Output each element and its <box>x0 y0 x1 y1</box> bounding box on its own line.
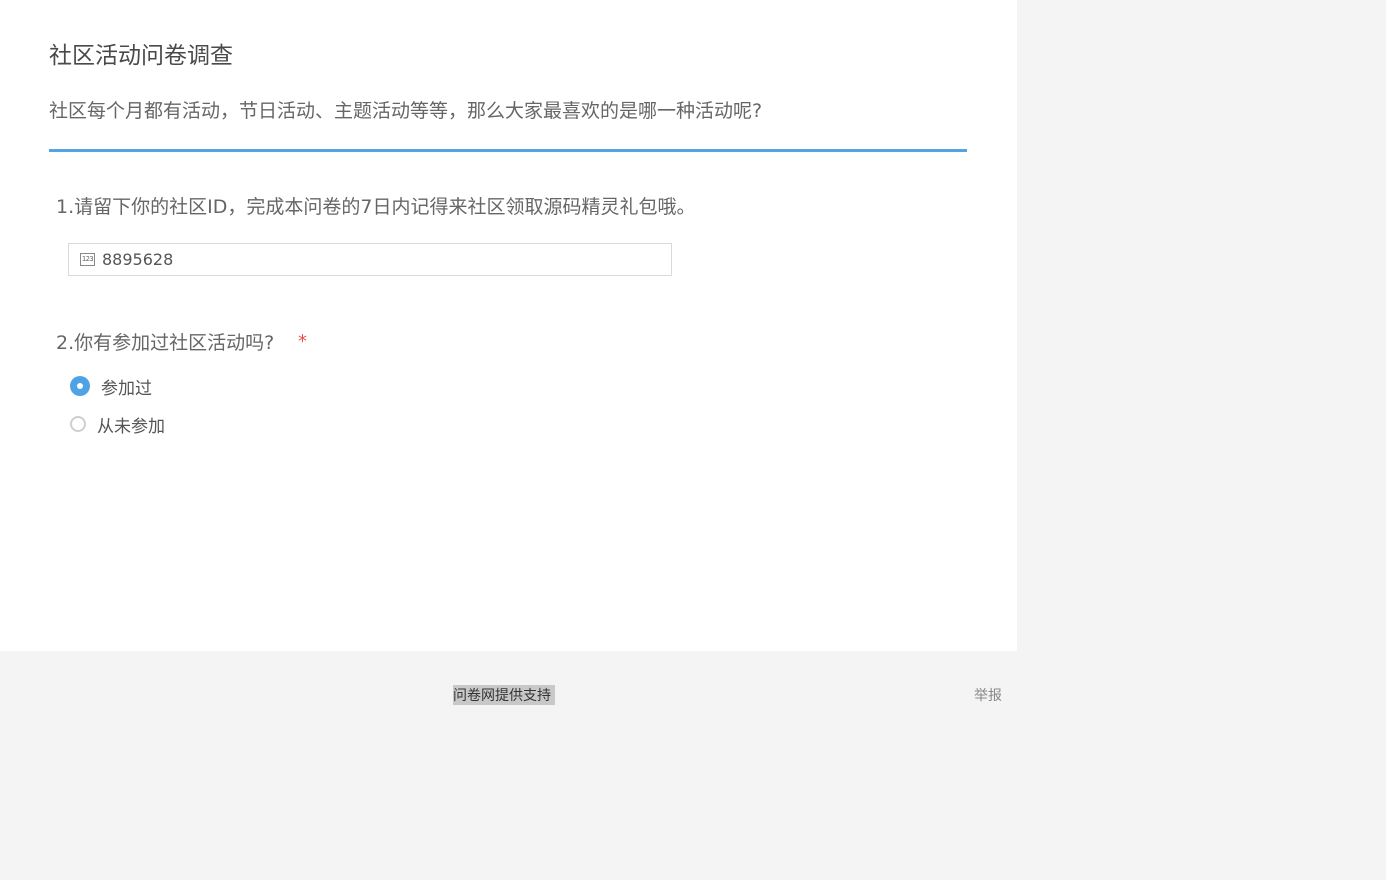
number-icon: 123 <box>80 253 95 266</box>
survey-title: 社区活动问卷调查 <box>49 43 233 69</box>
radio-unselected-icon[interactable] <box>70 416 86 432</box>
option-label[interactable]: 从未参加 <box>97 412 165 437</box>
powered-by-link[interactable]: 问卷网提供支持 <box>453 685 555 705</box>
option-attended[interactable]: 参加过 <box>70 374 152 399</box>
radio-selected-icon[interactable] <box>70 376 90 396</box>
community-id-value[interactable]: 8895628 <box>102 250 173 269</box>
question-2-title: 2.你有参加过社区活动吗? <box>56 332 275 354</box>
title-divider <box>49 149 967 152</box>
community-id-input[interactable]: 123 8895628 <box>68 243 672 276</box>
survey-card: 社区活动问卷调查 社区每个月都有活动，节日活动、主题活动等等，那么大家最喜欢的是… <box>0 0 1017 651</box>
option-label[interactable]: 参加过 <box>101 374 152 399</box>
survey-description: 社区每个月都有活动，节日活动、主题活动等等，那么大家最喜欢的是哪一种活动呢? <box>49 100 763 122</box>
option-never-attended[interactable]: 从未参加 <box>70 412 165 437</box>
report-link[interactable]: 举报 <box>974 685 1002 705</box>
survey-page: 社区活动问卷调查 社区每个月都有活动，节日活动、主题活动等等，那么大家最喜欢的是… <box>0 0 1386 880</box>
required-marker: * <box>298 331 307 352</box>
question-1-title: 1.请留下你的社区ID，完成本问卷的7日内记得来社区领取源码精灵礼包哦。 <box>56 196 696 218</box>
